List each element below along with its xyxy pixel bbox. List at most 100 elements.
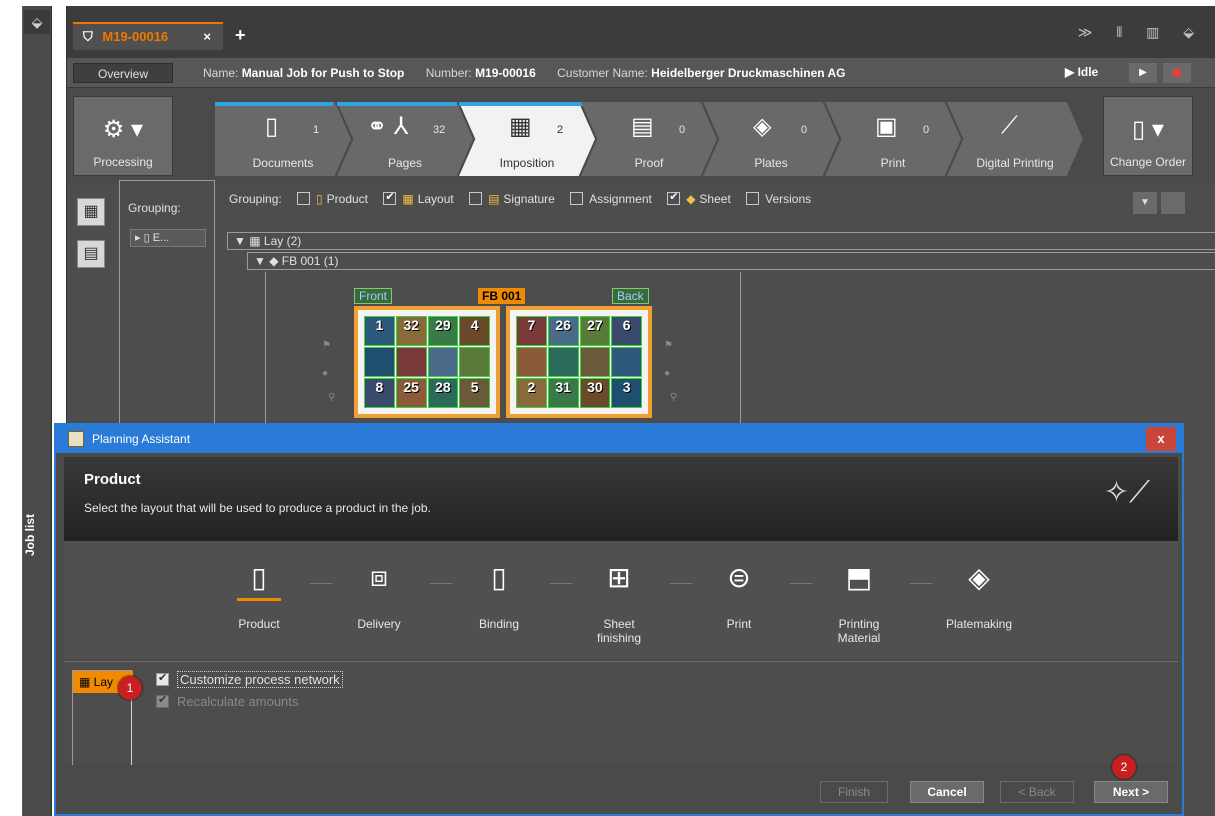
job-info-text: Name: Manual Job for Push to Stop Number…	[203, 66, 845, 80]
step-proof[interactable]: ▤ 0 Proof	[581, 102, 717, 176]
layout-view-icon[interactable]: ▤	[77, 240, 105, 268]
page-thumbnail[interactable]: 8	[364, 378, 395, 408]
window-controls[interactable]: ≫ ⫴ ▥ ⬙	[1078, 24, 1204, 41]
assistant-step-printing-material[interactable]: ⬒ Printing Material	[814, 561, 904, 645]
page-thumbnail[interactable]: 6	[611, 316, 642, 346]
page-thumbnail[interactable]: 5	[459, 378, 490, 408]
tab-close-icon[interactable]: ×	[203, 24, 211, 50]
page-thumbnail[interactable]	[516, 347, 547, 377]
customize-process-network-checkbox[interactable]: Customize process network	[156, 671, 343, 688]
assignment-checkbox[interactable]	[570, 192, 584, 205]
page-thumbnail[interactable]	[459, 347, 490, 377]
assistant-step-binding-label: Binding	[478, 617, 520, 631]
job-list-bar[interactable]	[22, 6, 52, 816]
customize-checkbox-box[interactable]	[156, 671, 169, 686]
page-thumbnail[interactable]	[364, 347, 395, 377]
processing-button[interactable]: ⚙ ▾ Processing	[73, 96, 173, 176]
product-step-icon: ▯	[237, 561, 281, 601]
page-thumbnail[interactable]: 1	[364, 316, 395, 346]
tree-row-lay[interactable]: ▼ ▦ Lay (2)	[227, 232, 1215, 250]
assistant-step-sheet-finishing[interactable]: ⊞ Sheet finishing	[574, 561, 664, 645]
pages-progress	[337, 102, 457, 106]
product-checkbox[interactable]	[297, 192, 311, 205]
assistant-step-product-label: Product	[238, 617, 280, 631]
versions-checkbox[interactable]	[746, 192, 760, 205]
page-thumbnail[interactable]: 2	[516, 378, 547, 408]
tree-row-fb[interactable]: ▼ ◆ FB 001 (1)	[247, 252, 1215, 270]
page-thumbnail[interactable]: 4	[459, 316, 490, 346]
assistant-step-delivery[interactable]: ⧈ Delivery	[334, 561, 424, 631]
tree-node-e[interactable]: ▸ ▯ E...	[130, 229, 206, 247]
planning-assistant-icon	[68, 431, 84, 447]
page-thumbnail[interactable]: 3	[611, 378, 642, 408]
page-thumbnail[interactable]: 28	[427, 378, 459, 408]
number-label: Number:	[425, 66, 472, 80]
page-thumbnail[interactable]: 26	[547, 316, 579, 346]
dot-icon: ●	[322, 368, 329, 379]
flag-icon[interactable]: ⚑	[322, 340, 331, 351]
add-tab-button[interactable]: +	[235, 22, 246, 48]
change-order-icon: ▯ ▾	[1132, 116, 1164, 143]
sheet-name-tag[interactable]: FB 001	[478, 288, 526, 304]
dialog-title-bar: Planning Assistant x	[56, 425, 1182, 453]
back-sheet[interactable]: 7 26 27 6 2 31 30 3	[506, 306, 652, 418]
flag-icon-back[interactable]: ⚑	[664, 340, 673, 351]
step-documents-count: 1	[313, 124, 320, 136]
play-button[interactable]: ▶	[1129, 63, 1157, 83]
stop-button[interactable]	[1163, 63, 1191, 83]
change-order-button[interactable]: ▯ ▾ Change Order	[1103, 96, 1193, 176]
assistant-step-platemaking-label: Platemaking	[945, 617, 1013, 631]
dialog-title: Planning Assistant	[92, 432, 191, 446]
step-imposition[interactable]: ▦ 2 Imposition	[459, 102, 595, 176]
step-proof-count: 0	[679, 124, 686, 136]
finish-button[interactable]: Finish	[820, 781, 888, 803]
page-thumbnail[interactable]: 32	[395, 316, 427, 346]
dialog-close-button[interactable]: x	[1146, 427, 1176, 451]
page-thumbnail[interactable]: 31	[547, 378, 579, 408]
front-sheet[interactable]: 1 32 29 4 8 25 28 5	[354, 306, 500, 418]
assistant-step-platemaking[interactable]: ◈ Platemaking	[934, 561, 1024, 631]
step-pages-label: Pages	[387, 156, 423, 170]
step-documents[interactable]: ▯ 1 Documents	[215, 102, 351, 176]
tab-job[interactable]: ⛉ M19-00016 ×	[73, 22, 223, 50]
imposition-icon: ▦	[509, 113, 532, 140]
delivery-step-icon: ⧈	[370, 561, 388, 592]
page-thumbnail[interactable]	[395, 347, 427, 377]
page-thumbnail[interactable]	[547, 347, 579, 377]
page-thumbnail[interactable]: 29	[427, 316, 459, 346]
page-thumbnail[interactable]: 7	[516, 316, 547, 346]
step-pages[interactable]: ⚭ ⅄ 32 Pages	[337, 102, 473, 176]
grouping-dropdown-button[interactable]: ▼	[1133, 192, 1157, 214]
layout-checkbox[interactable]	[383, 190, 397, 205]
assistant-step-print[interactable]: ⊜ Print	[694, 561, 784, 631]
signature-checkbox[interactable]	[469, 192, 483, 205]
step-print-count: 0	[923, 124, 930, 136]
step-plates[interactable]: ◈ 0 Plates	[703, 102, 839, 176]
tab-job-label: M19-00016	[102, 29, 169, 44]
job-list-label[interactable]: Job list	[23, 500, 51, 570]
assistant-step-product[interactable]: ▯ Product	[214, 561, 304, 631]
page-thumbnail[interactable]: 30	[579, 378, 611, 408]
step-digital-printing[interactable]: ⟋ Digital Printing	[947, 102, 1083, 176]
pages-icon: ⚭ ⅄	[367, 113, 409, 140]
zoom-icon[interactable]: ⚲	[328, 392, 335, 403]
page-thumbnail[interactable]: 27	[579, 316, 611, 346]
page-thumbnail[interactable]	[611, 347, 642, 377]
page-thumbnail[interactable]	[427, 347, 459, 377]
overview-button[interactable]: Overview	[73, 63, 173, 83]
customer-value: Heidelberger Druckmaschinen AG	[651, 66, 846, 80]
assistant-step-binding[interactable]: ▯ Binding	[454, 561, 544, 631]
grouping-left-label: Grouping:	[128, 201, 181, 215]
zoom-icon-back[interactable]: ⚲	[670, 392, 677, 403]
sheet-checkbox[interactable]	[667, 190, 681, 205]
cancel-button[interactable]: Cancel	[910, 781, 984, 803]
page-thumbnail[interactable]: 25	[395, 378, 427, 408]
pin-icon[interactable]: ⬙	[24, 10, 50, 34]
grouping-settings-button[interactable]	[1161, 192, 1185, 214]
back-button[interactable]: < Back	[1000, 781, 1074, 803]
page-thumbnail[interactable]	[579, 347, 611, 377]
customer-label: Customer Name:	[557, 66, 648, 80]
next-button[interactable]: Next >	[1094, 781, 1168, 803]
step-print[interactable]: ▣ 0 Print	[825, 102, 961, 176]
sheet-view-icon[interactable]: ▦	[77, 198, 105, 226]
